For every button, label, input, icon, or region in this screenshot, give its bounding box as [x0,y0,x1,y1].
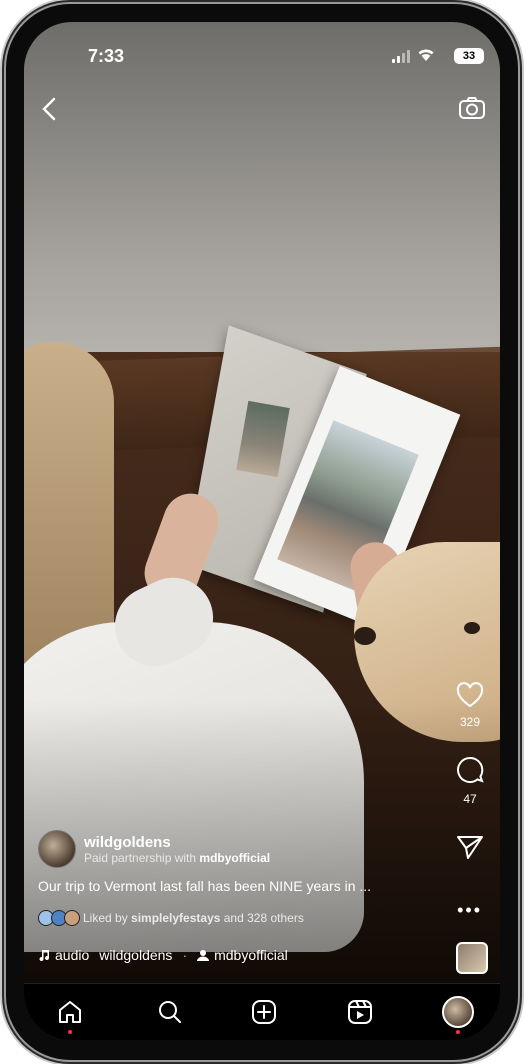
audio-album-thumbnail[interactable] [456,942,488,974]
search-icon [159,1001,181,1023]
nav-profile[interactable] [442,996,474,1034]
paid-partnership-label: Paid partnership with mdbyofficial [84,851,270,865]
audio-pill[interactable]: audio [38,947,89,963]
camera-icon [459,97,485,119]
nav-reels[interactable] [344,996,376,1028]
notification-dot [456,1030,460,1034]
tagged-name: mdbyofficial [214,947,288,963]
video-dog-nose [354,627,376,645]
liked-by-row[interactable]: Liked by simplelyfestays and 328 others [38,910,304,926]
post-author: wildgoldens Paid partnership with mdbyof… [38,830,270,868]
video-dog-eye [464,622,480,634]
camera-button[interactable] [458,96,486,120]
person-icon [197,950,210,961]
battery-indicator: 33 [454,48,484,64]
liker-avatar [64,910,80,926]
comment-icon [457,756,484,783]
back-button[interactable] [42,96,56,128]
nav-home[interactable] [54,996,86,1034]
bottom-nav [24,983,500,1040]
paper-plane-icon [457,836,483,859]
cellular-signal-icon [392,50,410,63]
nav-create[interactable] [248,996,280,1028]
liked-suffix: and 328 others [220,911,304,925]
nav-search[interactable] [154,996,186,1028]
author-username[interactable]: wildgoldens [84,834,270,851]
more-options-button[interactable]: ••• [457,900,482,921]
profile-avatar [442,996,474,1028]
notification-dot [68,1030,72,1034]
comment-button[interactable] [440,755,500,790]
create-icon [252,1000,276,1024]
liked-avatars [38,910,80,926]
audio-label: audio [55,947,90,963]
reels-icon [348,1000,372,1024]
audio-row: audio wildgoldens · mdbyofficial [38,947,288,963]
author-avatar[interactable] [38,830,76,868]
liked-user[interactable]: simplelyfestays [131,911,220,925]
like-count: 329 [459,715,481,729]
post-caption[interactable]: Our trip to Vermont last fall has been N… [38,878,438,894]
status-time: 7:33 [88,46,125,66]
home-icon [59,1001,81,1023]
status-bar: 7:33 33 [24,44,500,74]
share-button[interactable] [440,834,500,865]
chevron-left-icon [42,97,56,121]
liked-prefix: Liked by [83,911,132,925]
action-column: 329 47 [440,682,500,865]
partner-name[interactable]: mdbyofficial [199,851,270,865]
partnership-prefix: Paid partnership with [84,850,200,865]
reel-screen: 7:33 33 329 47 ••• wildgoldens Paid part… [24,22,500,1040]
heart-icon [456,682,484,708]
music-note-icon [39,950,50,961]
more-horizontal-icon: ••• [457,900,482,920]
audio-author[interactable]: wildgoldens [99,947,172,963]
comment-count: 47 [463,792,477,806]
tagged-person[interactable]: mdbyofficial [197,947,288,963]
separator-dot: · [182,947,188,963]
wifi-icon [416,46,436,67]
like-button[interactable] [440,682,500,713]
liked-by-text: Liked by simplelyfestays and 328 others [83,911,304,925]
